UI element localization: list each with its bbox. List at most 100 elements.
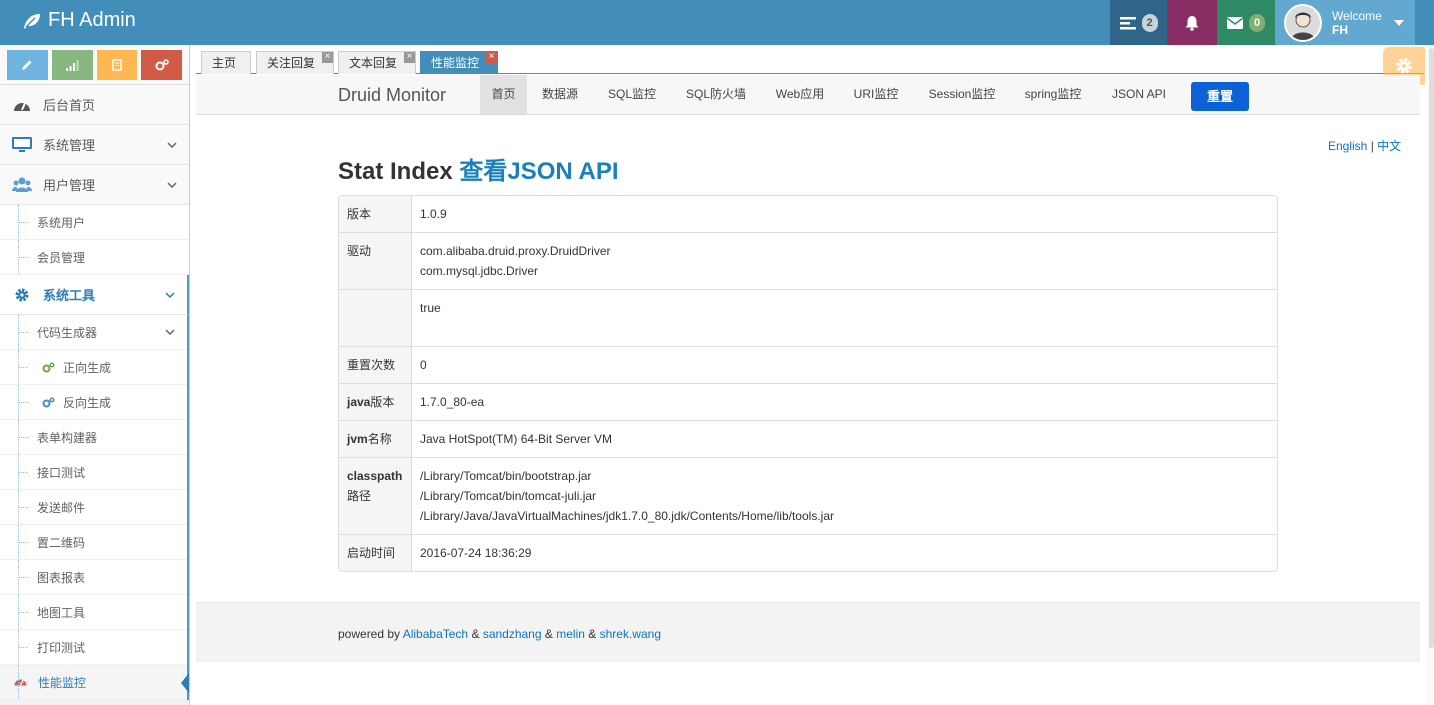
row-key: 版本 [339,196,412,233]
shortcut-signal-button[interactable] [51,50,93,80]
druid-nav-datasource[interactable]: 数据源 [536,75,584,114]
sidebar-shortcuts [0,45,189,85]
tasks-dropdown[interactable]: 2 [1110,0,1167,45]
avatar [1284,3,1322,42]
row-key: 重置次数 [339,347,412,384]
lang-separator: | [1370,139,1374,153]
leaf-icon [24,13,40,29]
envelope-icon [1227,16,1243,29]
footer-link-sandzhang[interactable]: sandzhang [483,627,542,641]
druid-nav-wall[interactable]: SQL防火墙 [680,75,752,114]
table-row: 启动时间 2016-07-24 18:36:29 [339,535,1277,571]
sidebar-item-user-manage[interactable]: 用户管理 [0,165,189,205]
shortcut-pencil-button[interactable] [7,50,48,80]
user-name: FH [1332,22,1348,37]
brand[interactable]: FH Admin [22,9,136,32]
sidebar-item-system-manage[interactable]: 系统管理 [0,125,189,165]
tabs-bar: 主页 关注回复 × 文本回复 × 性能监控 × [196,49,1424,74]
sidebar-item-form-builder[interactable]: 表单构建器 [0,420,187,455]
messages-dropdown[interactable]: 0 [1217,0,1275,45]
row-key: 驱动 [339,233,412,290]
footer-amp: & [471,627,480,641]
druid-nav-uri[interactable]: URI监控 [848,75,904,114]
table-row: 重置次数 0 [339,347,1277,384]
tasks-icon [1119,16,1136,29]
druid-navbar: Druid Monitor 首页 数据源 SQL监控 SQL防火墙 Web应用 … [196,75,1420,115]
table-row: 驱动 com.alibaba.druid.proxy.DruidDriver c… [339,233,1277,290]
tab-label: 关注回复 [267,56,316,70]
sidebar-item-print-test[interactable]: 打印测试 [0,630,187,665]
sidebar-item-label: 打印测试 [37,640,86,655]
footer-link-alibabatech[interactable]: AlibabaTech [403,627,468,641]
shortcut-cogs-button[interactable] [141,50,182,80]
dashboard-icon [12,95,32,115]
key-rest: 版本 [370,395,395,409]
druid-nav-home[interactable]: 首页 [480,75,527,114]
key-rest: 名称 [367,432,392,446]
tab-label: 性能监控 [431,56,480,70]
sidebar-item-members[interactable]: 会员管理 [0,240,189,275]
page-title-text: Stat Index [338,158,453,185]
sidebar-item-label: 系统用户 [37,215,86,230]
close-icon[interactable]: × [404,52,415,63]
sidebar-item-qrcode[interactable]: 置二维码 [0,525,187,560]
druid-nav-session[interactable]: Session监控 [922,75,1002,114]
cogs-icon [155,59,169,71]
footer-link-shrek-wang[interactable]: shrek.wang [600,627,661,641]
json-api-link[interactable]: 查看JSON API [459,158,618,185]
druid-brand[interactable]: Druid Monitor [338,85,446,106]
sidebar-item-label: 系统工具 [43,288,96,303]
close-icon[interactable]: × [322,52,333,63]
user-menu[interactable]: Welcome FH [1275,0,1415,45]
table-row: java版本 1.7.0_80-ea [339,384,1277,421]
value-line: /Library/Tomcat/bin/tomcat-juli.jar [420,489,597,503]
druid-nav-sql[interactable]: SQL监控 [602,75,662,114]
close-icon[interactable]: × [486,52,497,63]
tab-home[interactable]: 主页 [201,51,251,74]
row-value: 0 [412,347,1277,384]
sidebar-item-label: 正向生成 [63,360,112,375]
row-key [339,290,412,347]
tab-performance-monitor[interactable]: 性能监控 × [420,51,498,74]
book-icon [112,59,122,71]
lang-english-link[interactable]: English [1328,139,1367,153]
sidebar: 后台首页 系统管理 用户管理 系统用户 会员管理 系统工具 代码生成器 正向生成… [0,45,190,705]
sidebar-item-home[interactable]: 后台首页 [0,85,189,125]
row-key: jvm名称 [339,421,412,458]
druid-nav-json-api[interactable]: JSON API [1104,75,1174,114]
druid-nav-webapp[interactable]: Web应用 [770,75,830,114]
sidebar-item-forward-generate[interactable]: 正向生成 [0,350,187,385]
row-value: 1.7.0_80-ea [412,384,1277,421]
sidebar-item-send-mail[interactable]: 发送邮件 [0,490,187,525]
value-line: 0 [420,358,427,372]
sidebar-item-performance-monitor[interactable]: 性能监控 [0,665,189,700]
footer-link-melin[interactable]: melin [556,627,585,641]
bell-icon [1185,15,1199,31]
sidebar-item-api-test[interactable]: 接口测试 [0,455,187,490]
reset-button[interactable]: 重置 [1191,82,1249,111]
druid-nav-spring[interactable]: spring监控 [1020,75,1086,114]
value-line: com.mysql.jdbc.Driver [420,264,539,278]
notifications-dropdown[interactable] [1167,0,1217,45]
value-line: true [420,301,441,315]
row-key: 启动时间 [339,535,412,571]
tab-text-reply[interactable]: 文本回复 × [338,51,416,74]
key-bold: jvm [347,432,368,446]
tab-follow-reply[interactable]: 关注回复 × [256,51,334,74]
row-value: 2016-07-24 18:36:29 [412,535,1277,571]
tasks-badge: 2 [1141,13,1158,32]
shortcut-book-button[interactable] [96,50,138,80]
lang-chinese-link[interactable]: 中文 [1377,139,1401,153]
chevron-down-icon [167,141,177,148]
sidebar-item-charts[interactable]: 图表报表 [0,560,187,595]
scrollbar-thumb[interactable] [1429,48,1434,648]
sidebar-item-map-tool[interactable]: 地图工具 [0,595,187,630]
sidebar-item-system-tools[interactable]: 系统工具 [0,275,189,315]
tab-label: 主页 [212,56,237,70]
sidebar-item-reverse-generate[interactable]: 反向生成 [0,385,187,420]
row-value: /Library/Tomcat/bin/bootstrap.jar /Libra… [412,458,1277,535]
brand-title: FH Admin [48,9,136,31]
sidebar-item-code-generator[interactable]: 代码生成器 [0,315,187,350]
sidebar-item-system-users[interactable]: 系统用户 [0,205,189,240]
dashboard-icon [14,675,27,689]
